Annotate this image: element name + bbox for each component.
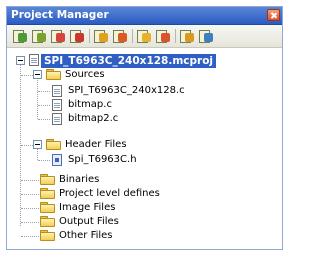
build-project-button[interactable] — [198, 28, 214, 44]
toolbar-separator — [89, 29, 90, 43]
close-project-button[interactable] — [69, 28, 85, 44]
toolbar-separator — [175, 29, 176, 43]
tree-item-label: Other Files — [59, 230, 113, 241]
project-name: SPI_T6963C_240x128.mcproj — [41, 54, 217, 68]
tree-item-label: Binaries — [59, 174, 100, 185]
add-folder-button[interactable] — [136, 28, 152, 44]
folder-icon — [40, 188, 55, 199]
collapse-icon[interactable] — [33, 140, 42, 149]
tree-item-label: bitmap.c — [68, 99, 112, 110]
tree-item-source-file[interactable]: bitmap.c — [7, 98, 284, 112]
save-project-button[interactable] — [50, 28, 66, 44]
tree-item-label: Spi_T6963C.h — [68, 154, 137, 165]
folder-open-icon — [46, 69, 61, 80]
panel-title: Project Manager — [11, 9, 109, 21]
folder-icon — [40, 216, 55, 227]
folder-icon — [40, 230, 55, 241]
tree-item-header-files[interactable]: Header Files — [7, 138, 284, 152]
tree-item-sources[interactable]: Sources — [7, 68, 284, 82]
edit-project-button[interactable] — [179, 28, 195, 44]
toolbar — [7, 25, 282, 48]
c-file-icon — [52, 85, 62, 97]
folder-icon — [40, 174, 55, 185]
remove-folder-button[interactable] — [155, 28, 171, 44]
folder-icon — [40, 202, 55, 213]
tree-item-label: Image Files — [59, 202, 116, 213]
remove-file-button[interactable] — [112, 28, 128, 44]
tree-item-project-level-defines[interactable]: Project level defines — [7, 187, 284, 201]
project-manager-panel: Project Manager SPI_T6963C_240x128.mcpro… — [6, 6, 283, 250]
project-file-icon — [29, 54, 39, 66]
new-project-button[interactable] — [12, 28, 28, 44]
panel-titlebar[interactable]: Project Manager — [7, 7, 282, 25]
c-file-icon — [52, 113, 62, 125]
c-file-icon — [52, 99, 62, 111]
open-project-button[interactable] — [31, 28, 47, 44]
tree-item-label: SPI_T6963C_240x128.c — [68, 85, 185, 96]
project-tree: SPI_T6963C_240x128.mcproj Sources SPI_T6… — [7, 49, 282, 249]
tree-item-header-file[interactable]: Spi_T6963C.h — [7, 153, 284, 167]
tree-item-image-files[interactable]: Image Files — [7, 201, 284, 215]
add-file-button[interactable] — [93, 28, 109, 44]
toolbar-separator — [132, 29, 133, 43]
tree-item-label: bitmap2.c — [68, 113, 119, 124]
h-file-icon — [52, 154, 62, 166]
tree-item-label: Sources — [65, 69, 105, 80]
tree-item-project[interactable]: SPI_T6963C_240x128.mcproj — [7, 54, 284, 68]
tree-item-label: Header Files — [65, 139, 127, 150]
collapse-icon[interactable] — [16, 56, 25, 65]
close-icon[interactable] — [267, 9, 280, 21]
tree-item-binaries[interactable]: Binaries — [7, 173, 284, 187]
tree-item-output-files[interactable]: Output Files — [7, 215, 284, 229]
tree-item-other-files[interactable]: Other Files — [7, 229, 284, 243]
tree-item-label: Output Files — [59, 216, 119, 227]
tree-item-label: Project level defines — [59, 188, 160, 199]
collapse-icon[interactable] — [33, 70, 42, 79]
tree-item-source-file[interactable]: bitmap2.c — [7, 112, 284, 126]
tree-item-source-file[interactable]: SPI_T6963C_240x128.c — [7, 84, 284, 98]
folder-open-icon — [46, 139, 61, 150]
